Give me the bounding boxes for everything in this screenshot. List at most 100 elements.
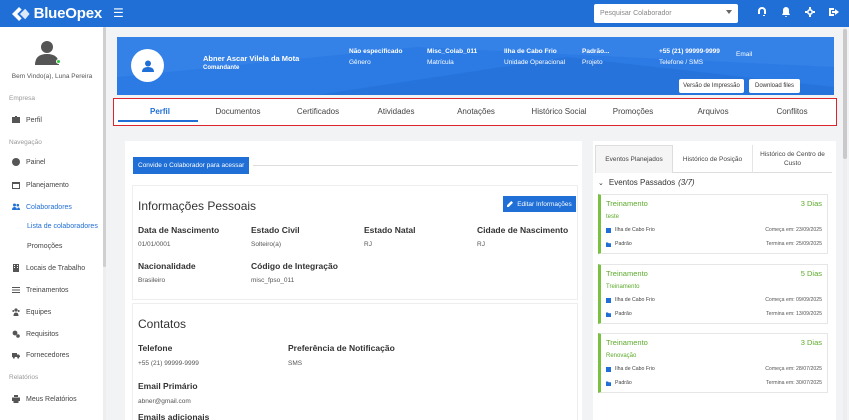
invite-collaborator-button[interactable]: Convide o Colaborador para acessar: [133, 157, 250, 174]
profile-tabs: Perfil Documentos Certificados Atividade…: [113, 98, 837, 126]
list-icon: [12, 287, 20, 293]
label-telefone: Telefone: [138, 343, 173, 353]
avatar[interactable]: [34, 39, 61, 65]
sidebar-item-treinamentos[interactable]: Treinamentos: [12, 286, 69, 294]
top-bar: BlueOpex ☰ Pesquisar Colaborador: [0, 0, 849, 27]
tab-historico-posicao[interactable]: Histórico de Posição: [673, 145, 753, 173]
label-email-primario: Email Primário: [138, 381, 198, 391]
profile-role: Comandante: [203, 65, 240, 71]
user-icon: [141, 60, 154, 72]
folder-icon: [606, 312, 611, 317]
events-tabs: Eventos Planejados Histórico de Posição …: [595, 145, 832, 173]
online-status-icon: [56, 59, 61, 64]
gear-icon[interactable]: [805, 7, 815, 17]
past-events-toggle[interactable]: ⌄ Eventos Passados (3/7): [598, 178, 695, 187]
active-tab-indicator: [118, 120, 198, 122]
label-nascimento: Data de Nascimento: [138, 225, 220, 235]
app-name: BlueOpex: [33, 5, 103, 22]
folder-icon: [606, 242, 611, 247]
profile-content: Convide o Colaborador para acessar Infor…: [125, 141, 582, 420]
section-navegacao: Navegação: [9, 139, 42, 146]
sidebar-item-promocoes[interactable]: Promoções: [27, 243, 62, 250]
building-icon: [606, 227, 611, 233]
value-nascimento: 01/01/0001: [138, 241, 171, 248]
sidebar: Bem Vindo(a), Luna Pereira Empresa Perfi…: [0, 27, 106, 420]
tab-conflitos[interactable]: Conflitos: [769, 107, 815, 116]
calendar-icon: [12, 182, 20, 189]
divider: [253, 165, 578, 166]
building-icon: [13, 264, 19, 272]
field-unidade: Ilha de Cabo Frio Unidade Operacional: [504, 48, 566, 66]
value-codigo: misc_fpso_011: [251, 277, 295, 284]
profile-header: Abner Ascar Vilela da Mota Comandante Nã…: [117, 37, 834, 95]
tab-historico-social[interactable]: Histórico Social: [519, 107, 599, 116]
tab-documentos[interactable]: Documentos: [210, 107, 266, 116]
tab-eventos-planejados[interactable]: Eventos Planejados: [595, 145, 673, 173]
sidebar-item-requisitos[interactable]: Requisitos: [12, 330, 59, 338]
field-email: Email: [736, 51, 753, 58]
field-genero: Não especificado Gênero: [349, 48, 403, 66]
field-projeto: Padrão... Projeto: [582, 48, 610, 66]
sidebar-item-equipes[interactable]: Equipes: [12, 308, 51, 316]
gauge-icon: [12, 158, 20, 166]
section-empresa: Empresa: [9, 95, 36, 102]
sidebar-item-perfil[interactable]: Perfil: [12, 116, 42, 124]
value-telefone: +55 (21) 99999-9999: [138, 360, 199, 367]
folder-icon: [606, 381, 611, 386]
value-preferencia: SMS: [288, 360, 303, 367]
tab-arquivos[interactable]: Arquivos: [690, 107, 736, 116]
profile-avatar[interactable]: [131, 49, 164, 82]
sidebar-item-colaboradores[interactable]: Colaboradores: [12, 203, 72, 211]
logout-icon[interactable]: [829, 7, 839, 17]
edit-info-button[interactable]: Editar Informações: [503, 196, 576, 212]
event-card[interactable]: Treinamento 3 Dias Renovação Ilha de Cab…: [598, 333, 828, 393]
label-nacionalidade: Nacionalidade: [138, 261, 196, 271]
search-collaborator-select[interactable]: Pesquisar Colaborador: [594, 4, 738, 23]
sidebar-item-lista-colaboradores[interactable]: Lista de colaboradores: [27, 223, 98, 230]
sidebar-item-fornecedores[interactable]: Fornecedores: [12, 351, 69, 359]
event-card[interactable]: Treinamento 3 Dias teste Ilha de Cabo Fr…: [598, 194, 828, 254]
label-codigo: Código de Integração: [251, 261, 338, 271]
building-icon: [606, 366, 611, 372]
label-preferencia: Preferência de Notificação: [288, 343, 395, 353]
event-card[interactable]: Treinamento 5 Dias Treinamento Ilha de C…: [598, 264, 828, 324]
tab-certificados[interactable]: Certificados: [290, 107, 346, 116]
main-scrollbar[interactable]: [843, 27, 847, 420]
users-icon: [12, 203, 20, 210]
sidebar-item-planejamento[interactable]: Planejamento: [12, 181, 69, 189]
sidebar-item-meus-relatorios[interactable]: Meus Relatórios: [12, 395, 77, 403]
value-email-primario: abner@gmail.com: [138, 398, 191, 405]
field-matricula: Misc_Colab_011 Matrícula: [427, 48, 478, 66]
personal-info-title: Informações Pessoais: [138, 199, 257, 213]
tab-atividades[interactable]: Atividades: [371, 107, 421, 116]
search-placeholder: Pesquisar Colaborador: [600, 10, 672, 17]
personal-info-panel: Informações Pessoais Editar Informações …: [132, 185, 578, 300]
chevron-down-icon: [726, 10, 732, 14]
tab-perfil[interactable]: Perfil: [147, 107, 173, 116]
past-events-count: (3/7): [678, 178, 695, 187]
value-estado-natal: RJ: [364, 241, 372, 248]
label-cidade: Cidade de Nascimento: [477, 225, 569, 235]
headset-icon[interactable]: [757, 7, 767, 17]
download-files-button[interactable]: Download files: [749, 79, 800, 93]
sidebar-item-painel[interactable]: Painel: [12, 158, 45, 166]
sidebar-item-locais[interactable]: Locais de Trabalho: [12, 264, 85, 272]
cogs-icon: [12, 330, 20, 338]
print-version-button[interactable]: Versão de Impressão: [679, 79, 744, 93]
tab-anotacoes[interactable]: Anotações: [451, 107, 501, 116]
value-cidade: RJ: [477, 241, 485, 248]
profile-name: Abner Ascar Vilela da Mota: [203, 54, 300, 63]
bell-icon[interactable]: [781, 7, 791, 17]
menu-toggle-icon[interactable]: ☰: [113, 6, 124, 20]
value-estado-civil: Solteiro(a): [251, 241, 281, 248]
tab-historico-centro-custo[interactable]: Histórico de Centro de Custo: [753, 145, 832, 173]
logo-icon: [12, 6, 30, 21]
label-estado-civil: Estado Civil: [251, 225, 300, 235]
section-relatorios: Relatórios: [9, 374, 39, 381]
field-telefone: +55 (21) 99999-9999 Telefone / SMS: [659, 48, 720, 66]
sidebar-scrollbar[interactable]: [103, 27, 106, 420]
tab-promocoes[interactable]: Promoções: [608, 107, 658, 116]
briefcase-icon: [12, 116, 20, 123]
truck-icon: [12, 353, 20, 359]
logo[interactable]: BlueOpex: [12, 5, 102, 23]
